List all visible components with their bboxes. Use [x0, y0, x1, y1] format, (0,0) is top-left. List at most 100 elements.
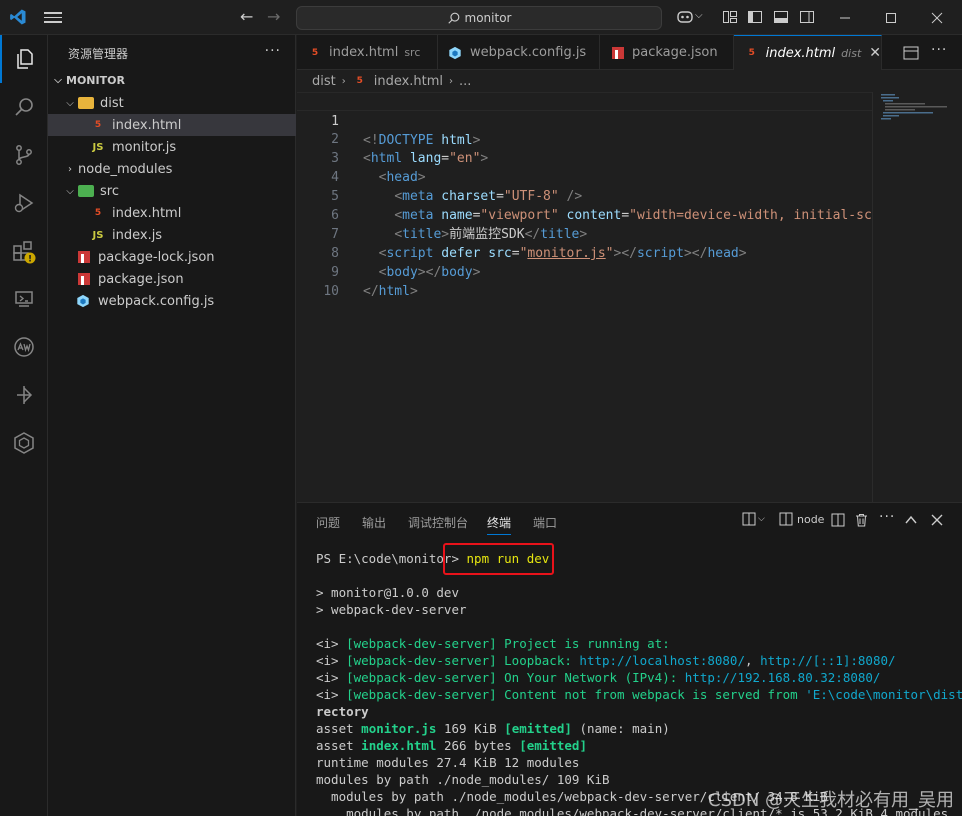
search-icon[interactable]	[0, 83, 48, 131]
trash-icon[interactable]	[855, 513, 868, 527]
tab-terminal[interactable]: 终端	[487, 514, 512, 535]
code-line: 1 <!DOCTYPE html>	[297, 92, 872, 148]
chevron-down-icon: ⌵	[54, 74, 62, 86]
chevron-down-icon: ⌵	[66, 97, 74, 109]
run-debug-icon[interactable]	[0, 179, 48, 227]
breadcrumb-file[interactable]: index.html	[374, 74, 443, 89]
toggle-secondary-icon[interactable]	[799, 9, 815, 25]
toggle-panel-icon[interactable]	[773, 9, 789, 25]
highlight-box	[443, 543, 554, 575]
code-line: 4 <meta charset="UTF-8" />	[297, 149, 872, 204]
warning-badge: !	[28, 255, 32, 265]
minimap-preview	[881, 94, 947, 120]
more-actions-icon[interactable]: ···	[879, 509, 895, 525]
terminal-line: [emitted]	[504, 721, 572, 736]
breadcrumb-more[interactable]: ...	[459, 74, 471, 89]
tree-file-package-json[interactable]: package.json	[48, 268, 296, 290]
more-actions-icon[interactable]: ···	[265, 43, 281, 59]
terminal-line: Loopback:	[504, 653, 572, 668]
code-line: 2 <html lang="en">	[297, 111, 872, 166]
code-text: </html>	[363, 284, 418, 299]
terminal-line: [webpack-dev-server]	[346, 670, 497, 685]
activity-bar: !	[0, 35, 48, 816]
tab-webpack-config-js[interactable]: webpack.config.js	[438, 35, 600, 70]
remote-explorer-icon[interactable]	[0, 275, 48, 323]
webpack-icon	[449, 46, 461, 59]
copilot-icon[interactable]	[676, 9, 694, 25]
close-icon[interactable]: ✕	[869, 45, 881, 61]
webpack-icon	[77, 294, 89, 308]
workspace-root[interactable]: ⌵ MONITOR	[48, 69, 296, 91]
tab-index-html-src[interactable]: 5 index.html src	[297, 35, 438, 70]
terminal-link[interactable]: http://192.168.80.32:8080/	[685, 670, 881, 685]
layout-icon[interactable]	[722, 9, 738, 25]
terminal-line: [webpack-dev-server]	[346, 687, 497, 702]
terminal-link[interactable]: http://localhost:8080/	[579, 653, 745, 668]
watermark: CSDN @天生我材必有用_吴用	[708, 790, 955, 811]
more-actions-icon[interactable]: ···	[931, 42, 947, 58]
explorer-icon[interactable]	[0, 35, 48, 83]
terminal-line: [emitted]	[519, 738, 587, 753]
menu-icon[interactable]	[44, 9, 62, 27]
tree-folder-node-modules[interactable]: › node_modules	[48, 158, 296, 180]
breadcrumb-folder[interactable]: dist	[312, 74, 336, 89]
search-text: monitor	[464, 11, 512, 25]
chevron-down-icon: ⌵	[758, 514, 765, 524]
source-control-icon[interactable]	[0, 131, 48, 179]
close-icon[interactable]	[914, 0, 960, 35]
terminal-output[interactable]: PS E:\code\monitor> npm run dev > monito…	[316, 550, 962, 816]
split-editor-icon[interactable]	[903, 46, 919, 60]
tab-output[interactable]: 输出	[362, 514, 386, 531]
tree-folder-dist[interactable]: ⌵ dist	[48, 92, 296, 114]
forward-arrow-icon[interactable]: →	[267, 7, 280, 26]
code-line: 9 </html>	[297, 244, 872, 299]
tree-file-package-lock-json[interactable]: package-lock.json	[48, 246, 296, 268]
minimap[interactable]	[872, 92, 962, 502]
back-arrow-icon[interactable]: ←	[240, 7, 253, 26]
webpack-icon[interactable]	[0, 419, 48, 467]
tree-item-label: package-lock.json	[98, 249, 215, 265]
new-terminal-layout-icon[interactable]: ⌵	[742, 512, 765, 526]
tab-index-html-dist[interactable]: 5 index.html dist ✕	[734, 35, 882, 70]
terminal-line: 169 KiB	[443, 721, 497, 736]
tab-debug-console[interactable]: 调试控制台	[408, 514, 468, 531]
tree-folder-src[interactable]: ⌵ src	[48, 180, 296, 202]
tab-ports[interactable]: 端口	[533, 514, 557, 531]
folder-icon	[78, 185, 94, 197]
tree-file-src-index-html[interactable]: 5 index.html	[48, 202, 296, 224]
terminal-line: 'E:\code\monitor\dist'	[805, 687, 962, 702]
toggle-sidebar-icon[interactable]	[747, 9, 763, 25]
tree-file-dist-index-html[interactable]: 5 index.html	[48, 114, 296, 136]
terminal-line: [webpack-dev-server]	[346, 653, 497, 668]
terminal-line: runtime modules 27.4 KiB 12 modules	[316, 755, 580, 770]
html5-icon: 5	[356, 76, 363, 86]
terminal-line: (name: main)	[579, 721, 670, 736]
folder-icon	[78, 97, 94, 109]
vscode-logo[interactable]	[9, 8, 27, 26]
tree-file-webpack-config-js[interactable]: webpack.config.js	[48, 290, 296, 312]
aw-icon[interactable]	[0, 323, 48, 371]
terminal-line: modules by path ./node_modules/ 109 KiB	[316, 772, 610, 787]
split-terminal-icon[interactable]	[831, 513, 845, 527]
terminal-instance[interactable]: node	[779, 512, 824, 526]
tab-package-json[interactable]: package.json	[600, 35, 734, 70]
command-center-search[interactable]: monitor	[296, 6, 662, 30]
maximize-panel-icon[interactable]	[905, 515, 917, 525]
terminal-line: <i>	[316, 653, 339, 668]
chevron-down-icon[interactable]: ⌵	[695, 10, 703, 21]
terminal-line: <i>	[316, 687, 339, 702]
tree-file-monitor-js[interactable]: JS monitor.js	[48, 136, 296, 158]
terminal-link[interactable]: http://[::1]:8080/	[760, 653, 895, 668]
chevron-down-icon: ⌵	[66, 185, 74, 197]
code-editor[interactable]: 1 <!DOCTYPE html> 2 <html lang="en"> 3 <…	[297, 92, 872, 502]
minimize-icon[interactable]	[822, 0, 868, 35]
close-panel-icon[interactable]	[931, 514, 943, 526]
terminal-line: 266 bytes	[443, 738, 512, 753]
tree-item-label: package.json	[98, 271, 184, 287]
extensions-icon[interactable]: !	[0, 227, 48, 275]
tree-item-label: webpack.config.js	[98, 293, 215, 309]
maximize-icon[interactable]	[868, 0, 914, 35]
tab-problems[interactable]: 问题	[316, 514, 340, 531]
tree-file-index-js[interactable]: JS index.js	[48, 224, 296, 246]
git-graph-icon[interactable]	[0, 371, 48, 419]
